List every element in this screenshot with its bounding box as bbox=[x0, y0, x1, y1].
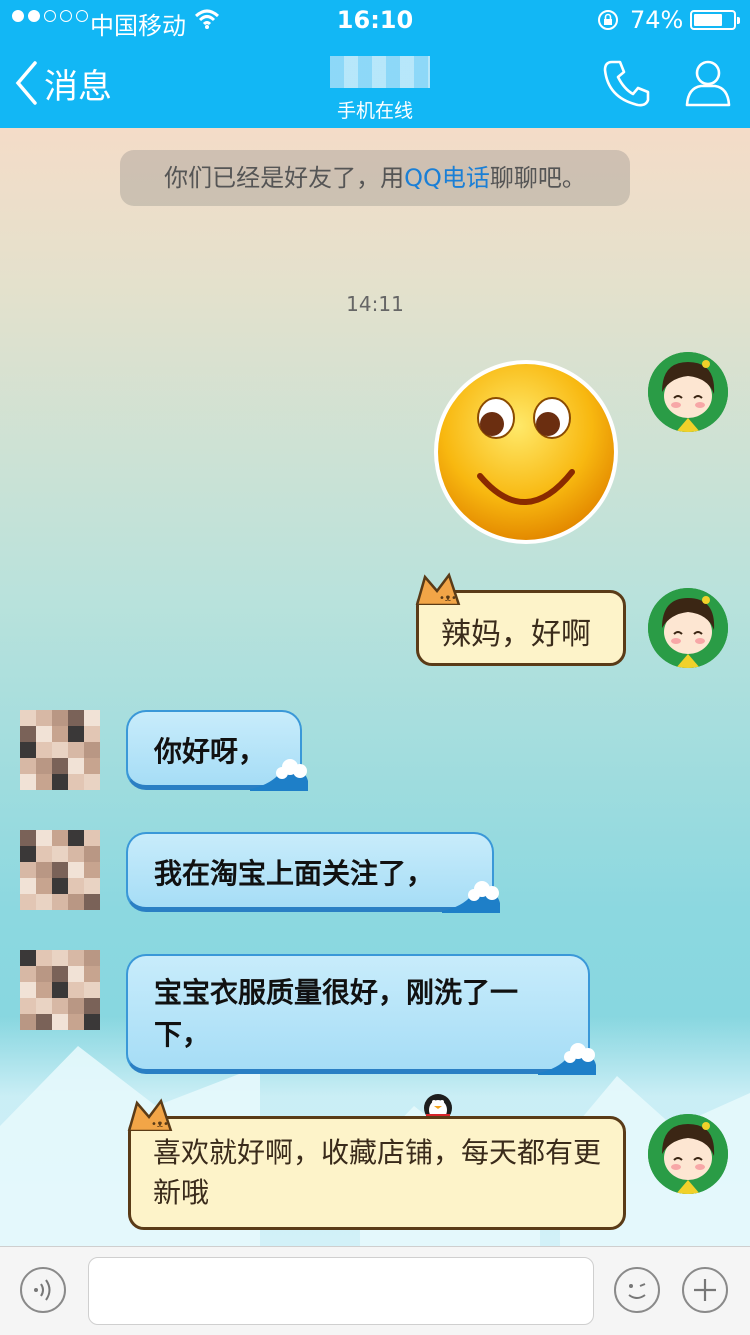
friend-notice: 你们已经是好友了，用QQ电话聊聊吧。 bbox=[120, 150, 630, 206]
battery-percent: 74% bbox=[630, 6, 684, 34]
notice-text-before: 你们已经是好友了，用 bbox=[164, 164, 405, 192]
smile-emoji[interactable] bbox=[434, 360, 618, 544]
voice-icon[interactable] bbox=[20, 1267, 66, 1313]
svg-text:•ᴥ•: •ᴥ• bbox=[439, 593, 457, 604]
phone-icon[interactable] bbox=[602, 58, 650, 112]
profile-icon[interactable] bbox=[684, 58, 732, 112]
cat-ears-icon: •ᴥ• bbox=[127, 1098, 173, 1131]
message-text: 我在淘宝上面关注了， bbox=[154, 857, 435, 890]
penguin-icon bbox=[424, 1094, 452, 1120]
message-text: 喜欢就好啊，收藏店铺，每天都有更新哦 bbox=[153, 1136, 602, 1209]
message-bubble[interactable]: 你好呀， bbox=[126, 710, 308, 791]
wave-icon bbox=[442, 881, 500, 913]
message-text: 宝宝衣服质量很好，刚洗了一下， bbox=[154, 976, 519, 1051]
friend-avatar[interactable] bbox=[20, 830, 100, 910]
friend-avatar[interactable] bbox=[20, 950, 100, 1030]
wave-icon bbox=[538, 1043, 596, 1075]
message-bubble[interactable]: 宝宝衣服质量很好，刚洗了一下， bbox=[126, 954, 596, 1075]
message-timestamp: 14:11 bbox=[346, 292, 404, 316]
message-bubble[interactable]: •ᴥ• 辣妈，好啊 bbox=[415, 572, 626, 666]
my-avatar[interactable] bbox=[648, 352, 728, 432]
chat-area[interactable]: 你们已经是好友了，用QQ电话聊聊吧。 14:11 •ᴥ• 辣妈，好啊 你好呀， … bbox=[0, 128, 750, 1246]
message-bubble[interactable]: 我在淘宝上面关注了， bbox=[126, 832, 500, 913]
title-bar: 中国移动 16:10 74% 消息 手机在线 bbox=[0, 0, 750, 128]
emoji-face-icon[interactable] bbox=[614, 1267, 660, 1313]
message-bubble[interactable]: •ᴥ• 喜欢就好啊，收藏店铺，每天都有更新哦 bbox=[127, 1098, 626, 1230]
rotation-lock-icon bbox=[596, 8, 620, 38]
battery-icon bbox=[690, 10, 740, 30]
my-avatar[interactable] bbox=[648, 1114, 728, 1194]
battery-fill bbox=[694, 14, 722, 26]
message-input[interactable] bbox=[88, 1257, 594, 1325]
wave-icon bbox=[250, 759, 308, 791]
my-avatar[interactable] bbox=[648, 588, 728, 668]
cat-ears-icon: •ᴥ• bbox=[415, 572, 461, 605]
input-bar bbox=[0, 1246, 750, 1335]
friend-avatar[interactable] bbox=[20, 710, 100, 790]
message-text: 辣妈，好啊 bbox=[441, 617, 591, 652]
svg-text:•ᴥ•: •ᴥ• bbox=[151, 1119, 169, 1130]
plus-icon[interactable] bbox=[682, 1267, 728, 1313]
contact-name-redacted bbox=[330, 56, 430, 88]
qq-call-link[interactable]: QQ电话 bbox=[404, 164, 490, 192]
notice-text-after: 聊聊吧。 bbox=[489, 164, 586, 192]
status-bar: 中国移动 16:10 74% bbox=[0, 0, 750, 40]
